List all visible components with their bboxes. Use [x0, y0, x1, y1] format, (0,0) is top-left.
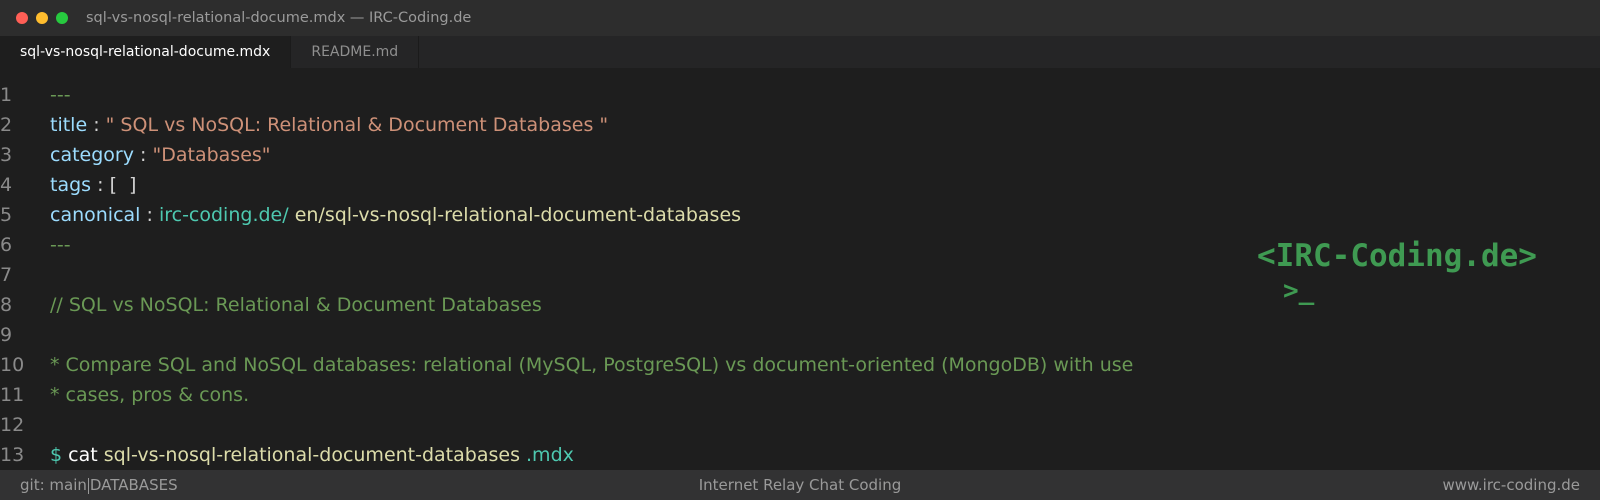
title-value: " SQL vs NoSQL: Relational & Document Da…	[105, 114, 609, 136]
tab-bar: sql-vs-nosql-relational-docume.mdx READM…	[0, 36, 1600, 68]
line-number: 1	[0, 84, 13, 106]
editor-line: 3 category : "Databases"	[0, 140, 1600, 170]
description-line: * Compare SQL and NoSQL databases: relat…	[50, 354, 1134, 376]
code-content: category : "Databases"	[50, 144, 271, 166]
editor-line: 1 ---	[0, 80, 1600, 110]
category-value: "Databases"	[152, 144, 271, 166]
editor-line: 2 title : " SQL vs NoSQL: Relational & D…	[0, 110, 1600, 140]
code-editor[interactable]: 1 --- 2 title : " SQL vs NoSQL: Relation…	[0, 80, 1600, 470]
line-number: 12	[0, 414, 25, 436]
terminal-cursor-icon: >_	[1283, 276, 1315, 306]
title-bar: sql-vs-nosql-relational-docume.mdx — IRC…	[0, 0, 1600, 36]
line-number: 6	[0, 234, 13, 256]
editor-line: 4 tags : [ ]	[0, 170, 1600, 200]
command-extension: .mdx	[526, 444, 574, 466]
terminal-command: $ cat sql-vs-nosql-relational-document-d…	[50, 444, 574, 466]
code-content: title : " SQL vs NoSQL: Relational & Doc…	[50, 114, 608, 136]
frontmatter-delimiter: ---	[50, 234, 71, 256]
tags-key: tags	[50, 174, 92, 196]
close-window-button[interactable]	[16, 12, 28, 24]
line-number: 2	[0, 114, 13, 136]
line-number: 13	[0, 444, 25, 466]
editor-line: 9	[0, 320, 1600, 350]
colon: :	[140, 144, 147, 166]
prompt-symbol: $	[50, 444, 63, 466]
tab-readme[interactable]: README.md	[291, 36, 420, 68]
canonical-domain: irc-coding.de/	[158, 204, 289, 226]
brand-logo: <IRC-Coding.de>	[1257, 238, 1537, 274]
canonical-key: canonical	[50, 204, 141, 226]
section-label: DATABASES	[89, 476, 178, 494]
command-name: cat	[68, 444, 98, 466]
line-number: 9	[0, 324, 13, 346]
editor-line: 8 // SQL vs NoSQL: Relational & Document…	[0, 290, 1600, 320]
colon: :	[93, 114, 100, 136]
line-number: 10	[0, 354, 25, 376]
window-title: sql-vs-nosql-relational-docume.mdx — IRC…	[86, 10, 472, 26]
frontmatter-delimiter: ---	[50, 84, 71, 106]
line-number: 3	[0, 144, 13, 166]
code-content: tags : [ ]	[50, 174, 136, 196]
editor-line: 5 canonical : irc-coding.de/ en/sql-vs-n…	[0, 200, 1600, 230]
editor-line: 13 $ cat sql-vs-nosql-relational-documen…	[0, 440, 1600, 470]
command-file: sql-vs-nosql-relational-document-databas…	[103, 444, 520, 466]
category-key: category	[50, 144, 134, 166]
line-number: 8	[0, 294, 13, 316]
line-number: 4	[0, 174, 13, 196]
description-line: * cases, pros & cons.	[50, 384, 250, 406]
status-bar: git: main DATABASES Internet Relay Chat C…	[0, 470, 1600, 500]
colon: :	[97, 174, 104, 196]
code-content: canonical : irc-coding.de/ en/sql-vs-nos…	[50, 204, 741, 226]
tab-sql-vs-nosql-mdx[interactable]: sql-vs-nosql-relational-docume.mdx	[0, 36, 292, 68]
title-key: title	[50, 114, 88, 136]
git-branch[interactable]: git: main	[20, 476, 87, 494]
maximize-window-button[interactable]	[56, 12, 68, 24]
canonical-path: en/sql-vs-nosql-relational-document-data…	[294, 204, 742, 226]
editor-line: 11 * cases, pros & cons.	[0, 380, 1600, 410]
window-controls	[16, 12, 68, 24]
status-left: git: main DATABASES	[20, 476, 178, 494]
colon: :	[146, 204, 153, 226]
editor-line: 12	[0, 410, 1600, 440]
comment-heading: // SQL vs NoSQL: Relational & Document D…	[50, 294, 542, 316]
line-number: 5	[0, 204, 13, 226]
minimize-window-button[interactable]	[36, 12, 48, 24]
status-center-text: Internet Relay Chat Coding	[698, 476, 902, 494]
status-separator	[87, 477, 89, 494]
line-number: 11	[0, 384, 25, 406]
editor-line: 10 * Compare SQL and NoSQL databases: re…	[0, 350, 1600, 380]
website-link[interactable]: www.irc-coding.de	[1442, 476, 1580, 494]
line-number: 7	[0, 264, 13, 286]
tags-value: [ ]	[109, 174, 137, 196]
